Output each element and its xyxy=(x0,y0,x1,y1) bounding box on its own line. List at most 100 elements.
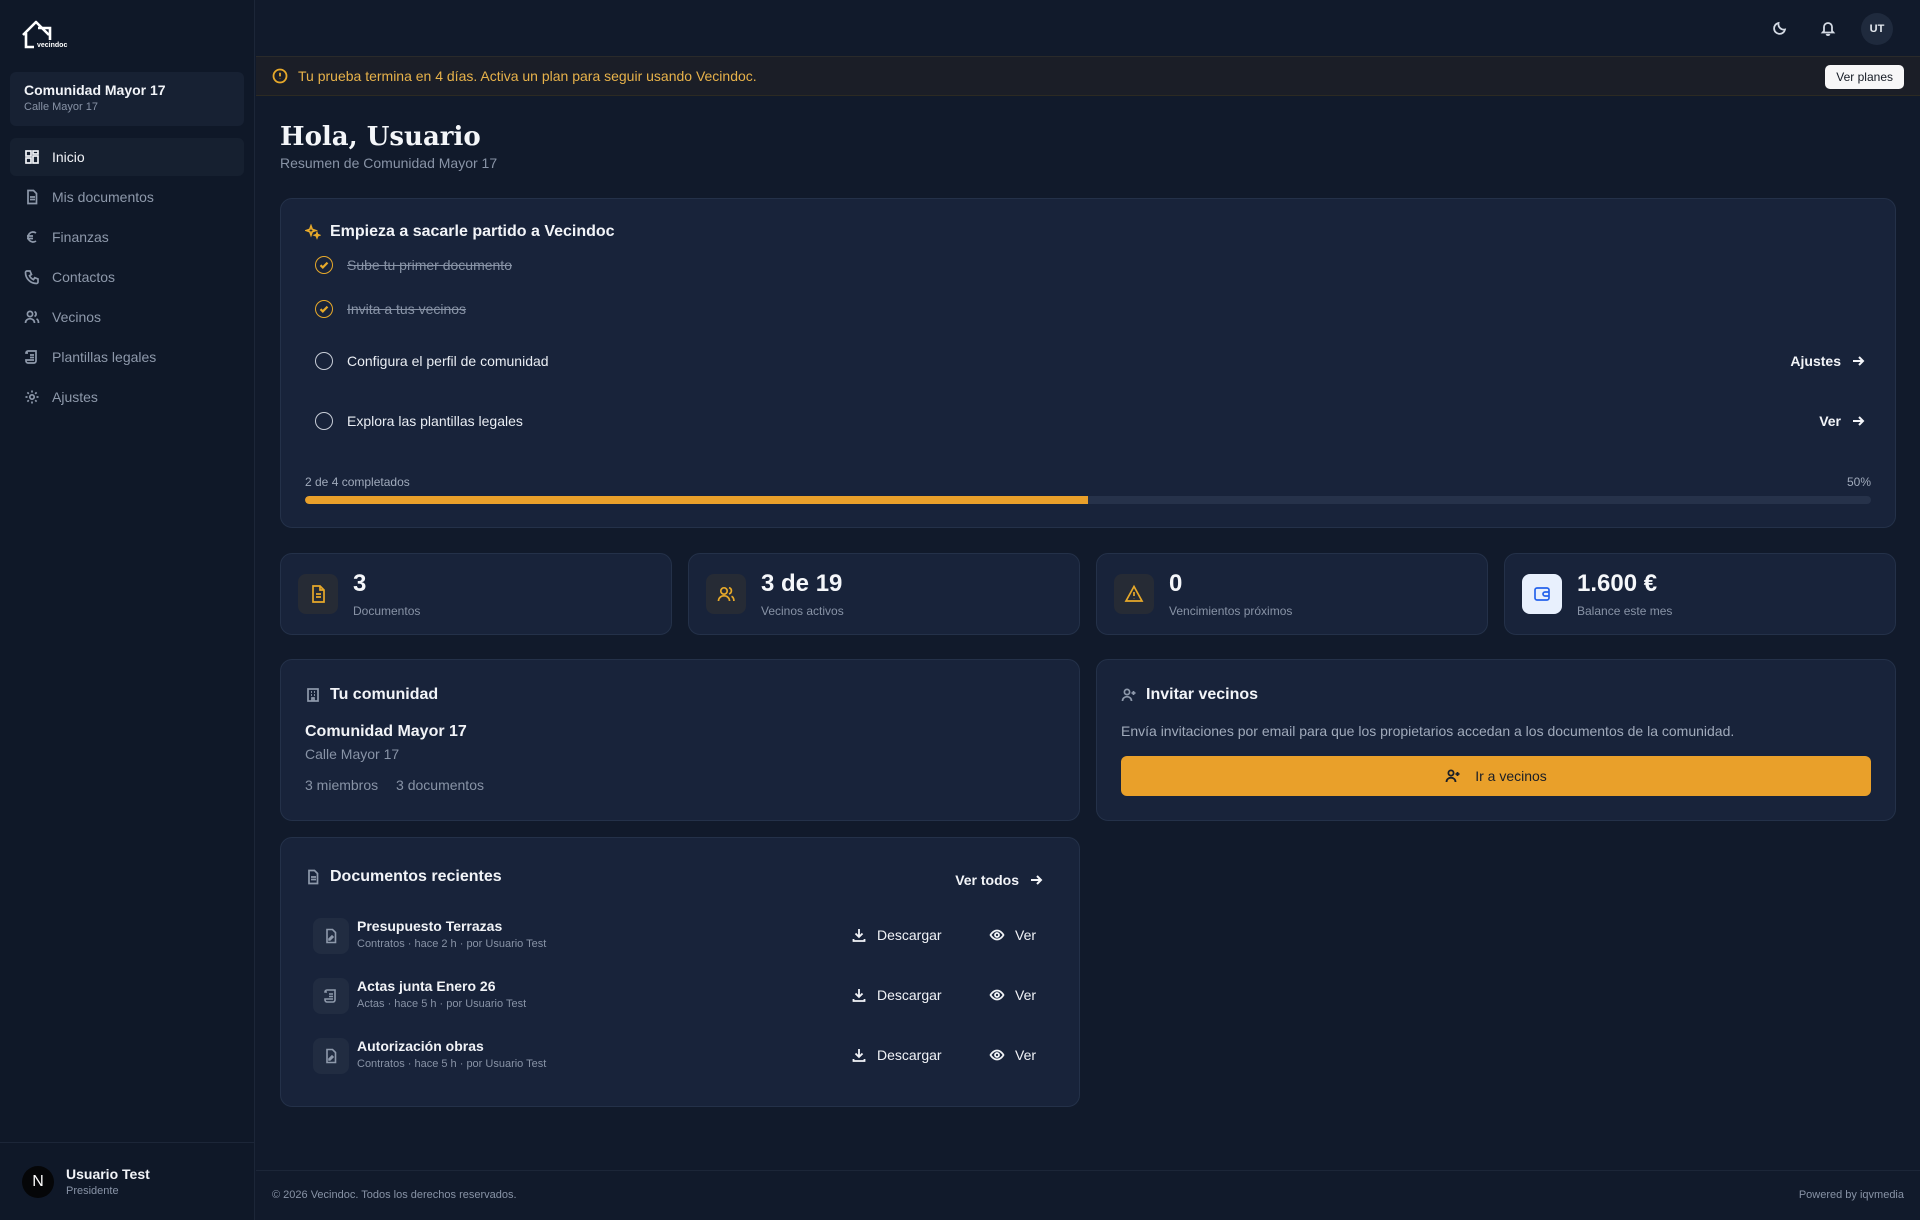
task-view-link[interactable]: Ver xyxy=(1819,413,1865,429)
sidebar-item-label: Vecinos xyxy=(52,309,102,325)
task-label: Sube tu primer documento xyxy=(347,257,512,273)
page-subtitle: Resumen de Comunidad Mayor 17 xyxy=(280,155,498,171)
view-button[interactable]: Ver xyxy=(989,987,1036,1003)
task-explore-templates[interactable]: Explora las plantillas legales Ver xyxy=(315,407,1865,435)
document-row[interactable]: Autorización obras Contratos · hace 5 h … xyxy=(313,1036,1049,1076)
logo-text: vecindoc xyxy=(37,42,68,49)
sidebar-item-vecinos[interactable]: Vecinos xyxy=(10,298,244,336)
document-meta: Contratos · hace 2 h · por Usuario Test xyxy=(357,938,547,950)
sidebar-item-contactos[interactable]: Contactos xyxy=(10,258,244,296)
users-icon xyxy=(24,310,40,324)
download-icon xyxy=(852,1049,866,1062)
community-switcher[interactable]: Comunidad Mayor 17 Calle Mayor 17 xyxy=(10,72,244,126)
task-invite-neighbors[interactable]: Invita a tus vecinos xyxy=(315,295,1865,323)
download-button[interactable]: Descargar xyxy=(851,987,942,1003)
community-address: Calle Mayor 17 xyxy=(305,746,400,762)
see-all-documents-link[interactable]: Ver todos xyxy=(955,872,1043,888)
documents-count: 3 documentos xyxy=(396,777,484,793)
avatar: N xyxy=(22,1165,54,1198)
empty-circle-icon xyxy=(315,412,333,430)
users-icon xyxy=(706,574,746,614)
go-to-neighbors-button[interactable]: Ir a vecinos xyxy=(1121,756,1871,796)
invite-card-title: Invitar vecinos xyxy=(1121,686,1258,704)
document-icon xyxy=(308,869,319,885)
document-row[interactable]: Actas junta Enero 26 Actas · hace 5 h · … xyxy=(313,976,1049,1016)
footer: © 2026 Vecindoc. Todos los derechos rese… xyxy=(256,1170,1920,1220)
user-avatar-button[interactable]: UT xyxy=(1861,13,1893,45)
document-meta: Actas · hace 5 h · por Usuario Test xyxy=(357,998,527,1010)
sidebar-item-label: Ajustes xyxy=(52,389,98,405)
view-button[interactable]: Ver xyxy=(989,927,1036,943)
go-to-neighbors-label: Ir a vecinos xyxy=(1475,768,1547,784)
stat-value: 3 de 19 xyxy=(761,570,843,597)
user-role: Presidente xyxy=(66,1185,119,1197)
stat-card-deadlines[interactable]: 0 Vencimientos próximos xyxy=(1096,553,1488,635)
user-profile[interactable]: N Usuario Test Presidente xyxy=(0,1142,255,1220)
user-plus-icon xyxy=(1121,688,1136,702)
task-settings-link[interactable]: Ajustes xyxy=(1790,353,1865,369)
sidebar-item-label: Mis documentos xyxy=(52,189,154,205)
notifications-button[interactable] xyxy=(1814,14,1842,42)
building-icon xyxy=(307,688,319,702)
stat-value: 3 xyxy=(353,570,367,597)
trial-banner-text: Tu prueba termina en 4 días. Activa un p… xyxy=(298,68,757,84)
view-label: Ver xyxy=(1015,927,1037,943)
stat-value: 1.600 € xyxy=(1577,570,1658,597)
download-label: Descargar xyxy=(877,987,942,1003)
community-card: Tu comunidad Comunidad Mayor 17 Calle Ma… xyxy=(280,659,1080,821)
task-configure-profile[interactable]: Configura el perfil de comunidad Ajustes xyxy=(315,347,1865,375)
check-circle-icon xyxy=(315,300,333,318)
sidebar-item-finanzas[interactable]: Finanzas xyxy=(10,218,244,256)
alert-circle-icon xyxy=(272,68,288,84)
phone-icon xyxy=(24,270,39,285)
community-card-title-text: Tu comunidad xyxy=(330,686,439,703)
wallet-icon xyxy=(1522,574,1562,614)
sidebar-item-documentos[interactable]: Mis documentos xyxy=(10,178,244,216)
community-name: Comunidad Mayor 17 xyxy=(24,82,166,98)
onboarding-title-text: Empieza a sacarle partido a Vecindoc xyxy=(330,223,615,240)
recent-documents-card: Documentos recientes Ver todos Presupues… xyxy=(280,837,1080,1107)
community-address: Calle Mayor 17 xyxy=(24,101,98,113)
arrow-right-icon xyxy=(1853,416,1865,426)
download-button[interactable]: Descargar xyxy=(851,1047,942,1063)
theme-toggle-button[interactable] xyxy=(1766,14,1794,42)
task-link-label: Ver xyxy=(1819,413,1841,429)
powered-by-link[interactable]: Powered by iqvmedia xyxy=(1799,1189,1904,1201)
sidebar-item-label: Plantillas legales xyxy=(52,349,157,365)
members-count: 3 miembros xyxy=(305,777,379,793)
sidebar-nav: Inicio Mis documentos Finanzas Contactos… xyxy=(10,138,244,418)
onboarding-card: Empieza a sacarle partido a Vecindoc Sub… xyxy=(280,198,1896,528)
download-button[interactable]: Descargar xyxy=(851,927,942,943)
download-icon xyxy=(852,989,866,1002)
sidebar-item-inicio[interactable]: Inicio xyxy=(10,138,244,176)
bell-icon xyxy=(1820,22,1836,36)
sidebar-item-plantillas[interactable]: Plantillas legales xyxy=(10,338,244,376)
sidebar-item-label: Contactos xyxy=(52,269,116,285)
task-link-label: Ajustes xyxy=(1790,353,1841,369)
sidebar-item-label: Finanzas xyxy=(52,229,109,245)
task-upload-document[interactable]: Sube tu primer documento xyxy=(315,251,1865,279)
gear-icon xyxy=(25,390,39,404)
invite-card-title-text: Invitar vecinos xyxy=(1146,686,1259,703)
stat-value: 0 xyxy=(1169,570,1183,597)
document-meta: Contratos · hace 5 h · por Usuario Test xyxy=(357,1058,547,1070)
stat-card-documents[interactable]: 3 Documentos xyxy=(280,553,672,635)
document-icon xyxy=(298,574,338,614)
progress-percent: 50% xyxy=(1846,475,1871,489)
sidebar-item-ajustes[interactable]: Ajustes xyxy=(10,378,244,416)
stat-card-neighbors[interactable]: 3 de 19 Vecinos activos xyxy=(688,553,1080,635)
document-row[interactable]: Presupuesto Terrazas Contratos · hace 2 … xyxy=(313,916,1049,956)
recent-documents-title-text: Documentos recientes xyxy=(330,868,502,885)
user-plus-icon xyxy=(1445,769,1460,783)
scroll-icon xyxy=(313,978,349,1014)
sidebar-item-label: Inicio xyxy=(52,149,85,165)
view-plans-button[interactable]: Ver planes xyxy=(1825,65,1904,89)
task-label: Invita a tus vecinos xyxy=(347,301,467,317)
dashboard-icon xyxy=(25,150,39,164)
stat-label: Vencimientos próximos xyxy=(1169,604,1293,618)
stat-card-balance[interactable]: 1.600 € Balance este mes xyxy=(1504,553,1896,635)
download-label: Descargar xyxy=(877,1047,942,1063)
topbar: UT xyxy=(256,0,1920,56)
view-button[interactable]: Ver xyxy=(989,1047,1036,1063)
eye-icon xyxy=(989,1049,1005,1061)
